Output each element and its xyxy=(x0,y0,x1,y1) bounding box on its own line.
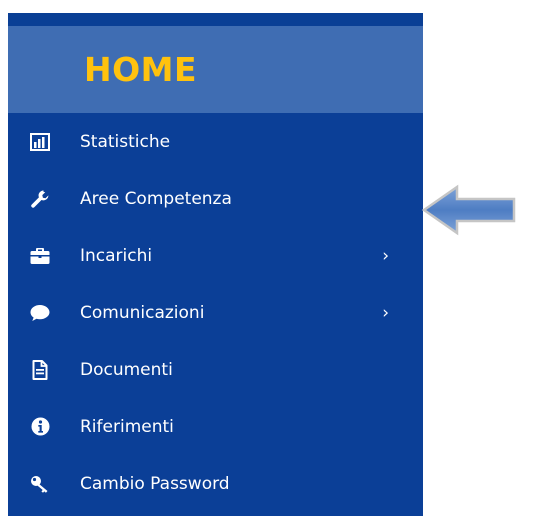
menu-item-label: Statistiche xyxy=(80,131,171,152)
home-header[interactable]: HOME xyxy=(8,26,423,113)
menu-item-aree-competenza[interactable]: Aree Competenza xyxy=(8,170,423,227)
left-arrow-icon xyxy=(421,181,517,239)
info-icon xyxy=(30,417,50,437)
sidebar-menu: HOME Statistiche Aree Competenza Incaric… xyxy=(8,13,423,516)
menu-item-label: Comunicazioni xyxy=(80,302,205,323)
menu-item-label: Documenti xyxy=(80,359,173,380)
menu-item-label: Riferimenti xyxy=(80,416,174,437)
menu-item-incarichi[interactable]: Incarichi › xyxy=(8,227,423,284)
menu-item-riferimenti[interactable]: Riferimenti xyxy=(8,398,423,455)
briefcase-icon xyxy=(30,246,50,266)
menu-item-comunicazioni[interactable]: Comunicazioni › xyxy=(8,284,423,341)
menu-item-statistiche[interactable]: Statistiche xyxy=(8,113,423,170)
home-title[interactable]: HOME xyxy=(84,50,197,89)
wrench-icon xyxy=(30,189,50,209)
chevron-right-icon: › xyxy=(382,245,389,266)
bar-chart-icon xyxy=(30,132,50,152)
menu-item-cambio-password[interactable]: Cambio Password xyxy=(8,455,423,512)
menu-item-label: Incarichi xyxy=(80,245,153,266)
chat-bubble-icon xyxy=(30,303,50,323)
sidebar-top-strip xyxy=(8,13,423,26)
key-icon xyxy=(30,474,50,494)
chevron-right-icon: › xyxy=(382,302,389,323)
menu-item-label: Aree Competenza xyxy=(80,188,232,209)
document-icon xyxy=(30,359,50,380)
menu-item-documenti[interactable]: Documenti xyxy=(8,341,423,398)
menu-item-label: Cambio Password xyxy=(80,473,230,494)
menu-list: Statistiche Aree Competenza Incarichi › xyxy=(8,113,423,512)
